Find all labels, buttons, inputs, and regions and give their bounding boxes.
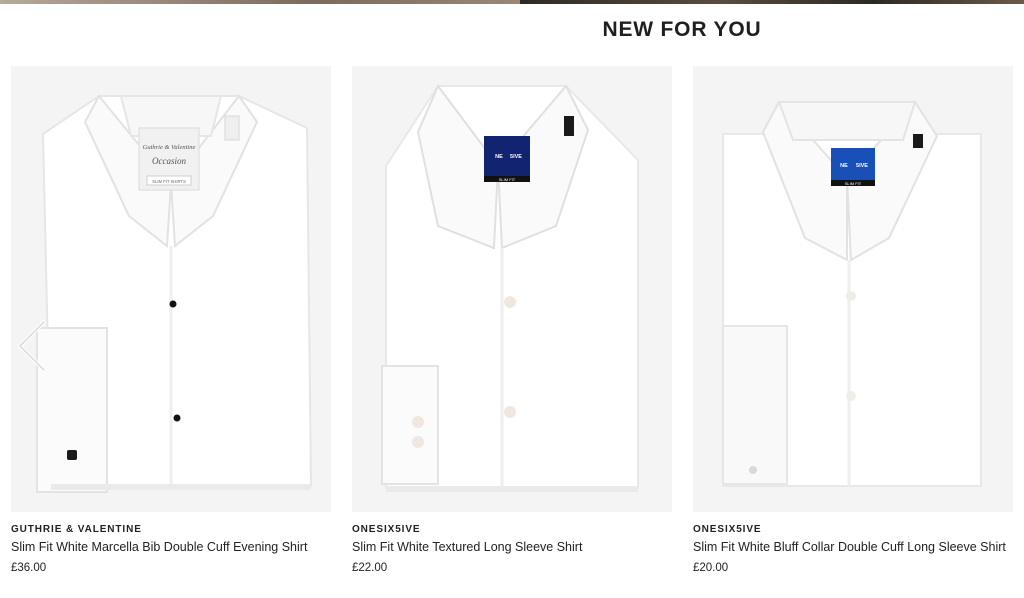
product-price: £36.00 [11, 562, 47, 574]
label-text-3: SLIM FIT [499, 177, 516, 182]
section-title: NEW FOR YOU [602, 18, 762, 41]
label-text-1: NE [495, 154, 503, 160]
product-image[interactable]: NE 5IVE SLIM FIT [352, 66, 672, 512]
chevron-left-icon [18, 320, 46, 372]
hero-banner-strip [0, 0, 1024, 4]
label-text-1: Guthrie & Valentine [143, 144, 196, 151]
product-name[interactable]: Slim Fit White Bluff Collar Double Cuff … [693, 540, 1013, 554]
product-price: £22.00 [352, 562, 388, 574]
label-text-1: NE [840, 163, 848, 169]
shirt-image: NE 5IVE SLIM FIT [352, 66, 672, 512]
product-name[interactable]: Slim Fit White Marcella Bib Double Cuff … [11, 540, 331, 554]
product-price: £20.00 [693, 562, 729, 574]
banner-image-left [0, 0, 520, 4]
product-card[interactable]: NE 5IVE SLIM FIT ONESIX5IVE Slim Fit Whi… [352, 66, 672, 574]
product-brand[interactable]: ONESIX5IVE [693, 524, 1013, 535]
product-brand[interactable]: GUTHRIE & VALENTINE [11, 524, 331, 535]
shirt-image: Guthrie & Valentine Occasion SLIM FIT SH… [11, 66, 331, 512]
label-text-2: Occasion [152, 156, 186, 166]
carousel-prev-button[interactable] [14, 318, 54, 374]
product-card[interactable]: Guthrie & Valentine Occasion SLIM FIT SH… [11, 66, 331, 574]
product-name[interactable]: Slim Fit White Textured Long Sleeve Shir… [352, 540, 672, 554]
label-text-2: 5IVE [856, 163, 868, 169]
label-text-3: SLIM FIT [845, 181, 862, 186]
label-text-3: SLIM FIT SHIRTS [152, 179, 186, 184]
product-image[interactable]: Guthrie & Valentine Occasion SLIM FIT SH… [11, 66, 331, 512]
product-card[interactable]: NE 5IVE SLIM FIT ONESIX5IVE Slim Fit Whi… [693, 66, 1013, 574]
banner-image-right [520, 0, 1024, 4]
label-text-2: 5IVE [510, 154, 522, 160]
product-brand[interactable]: ONESIX5IVE [352, 524, 672, 535]
product-image[interactable]: NE 5IVE SLIM FIT [693, 66, 1013, 512]
shirt-image: NE 5IVE SLIM FIT [693, 66, 1013, 512]
